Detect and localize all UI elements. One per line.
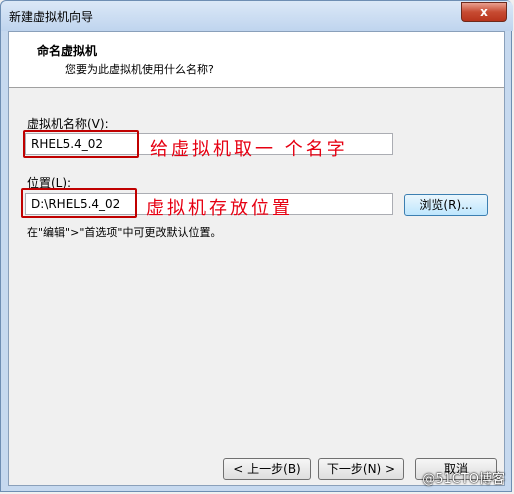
back-button[interactable]: < 上一步(B) [223, 458, 311, 480]
vm-name-highlight [23, 130, 139, 158]
wizard-header: 命名虚拟机 您要为此虚拟机使用什么名称? [9, 32, 504, 88]
watermark-text: @51CTO博客 [422, 472, 505, 487]
browse-button[interactable]: 浏览(R)... [404, 194, 488, 216]
window-title: 新建虚拟机向导 [9, 10, 94, 24]
wizard-window: 新建虚拟机向导 x 命名虚拟机 您要为此虚拟机使用什么名称? 虚拟机名称(V):… [0, 0, 513, 492]
close-icon: x [480, 5, 488, 19]
next-button[interactable]: 下一步(N) > [318, 458, 404, 480]
page-subtitle: 您要为此虚拟机使用什么名称? [65, 63, 214, 76]
vm-name-annotation: 给虚拟机取一 个名字 [150, 139, 348, 160]
close-button[interactable]: x [461, 2, 507, 22]
page-title: 命名虚拟机 [37, 44, 98, 58]
wizard-client: 命名虚拟机 您要为此虚拟机使用什么名称? 虚拟机名称(V): RHEL5.4_0… [8, 31, 505, 486]
location-highlight [21, 188, 137, 218]
location-annotation: 虚拟机存放位置 [146, 198, 293, 219]
location-hint: 在"编辑">"首选项"中可更改默认位置。 [27, 226, 222, 239]
title-bar[interactable]: 新建虚拟机向导 x [1, 1, 513, 31]
